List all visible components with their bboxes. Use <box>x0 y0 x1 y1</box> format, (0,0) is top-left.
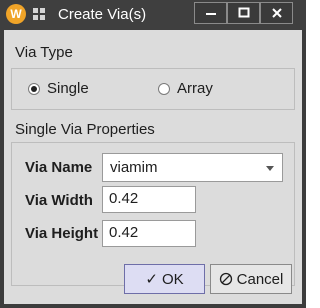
via-width-label: Via Width <box>25 192 93 209</box>
radio-array-label: Array <box>177 80 213 97</box>
via-name-label: Via Name <box>25 159 93 176</box>
via-type-label: Via Type <box>15 44 73 61</box>
close-button[interactable] <box>260 2 293 24</box>
dialog-body: Via Type Single Array Single Via Propert… <box>4 30 302 304</box>
radio-single[interactable]: Single <box>28 80 89 97</box>
via-height-label: Via Height <box>25 225 99 242</box>
radio-array[interactable]: Array <box>158 80 213 97</box>
cancel-icon <box>219 272 232 286</box>
radio-single-label: Single <box>47 80 89 97</box>
maximize-icon <box>238 7 249 18</box>
via-properties-label: Single Via Properties <box>15 121 155 138</box>
window-title: Create Via(s) <box>58 6 147 23</box>
radio-checked-icon <box>28 82 40 95</box>
title-bar[interactable]: W Create Via(s) <box>0 0 306 30</box>
checkmark-icon: ✓ <box>145 271 158 288</box>
via-name-dropdown[interactable]: viamim <box>102 153 283 182</box>
minimize-icon <box>205 13 216 15</box>
dialog-window: W Create Via(s) Via Type Single Array Si… <box>0 0 306 308</box>
app-logo-icon: W <box>6 4 26 24</box>
chevron-down-icon <box>266 166 274 171</box>
radio-unchecked-icon <box>158 82 170 95</box>
grid-menu-icon[interactable] <box>33 8 46 21</box>
ok-button[interactable]: ✓ OK <box>124 264 205 294</box>
cancel-button-label: Cancel <box>236 270 284 288</box>
cancel-button[interactable]: Cancel <box>210 264 292 294</box>
maximize-button[interactable] <box>227 2 260 24</box>
via-name-value: viamim <box>110 159 158 176</box>
via-width-field[interactable]: 0.42 <box>102 186 196 213</box>
ok-button-label: OK <box>161 270 184 288</box>
via-height-field[interactable]: 0.42 <box>102 220 196 247</box>
close-icon <box>271 8 282 18</box>
minimize-button[interactable] <box>194 2 227 24</box>
